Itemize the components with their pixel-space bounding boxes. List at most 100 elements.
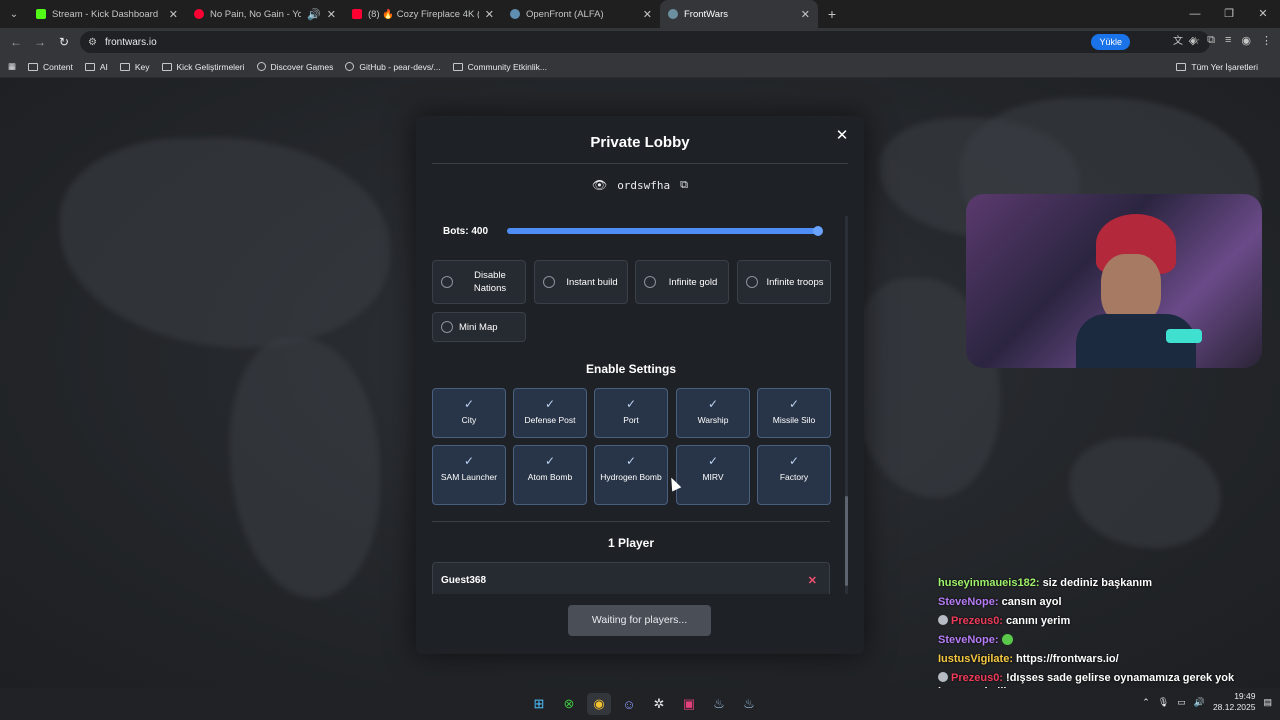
instagram-icon[interactable]: ▣ bbox=[677, 693, 701, 715]
folder-icon bbox=[1176, 63, 1187, 71]
option-infinite-gold[interactable]: Infinite gold bbox=[635, 260, 729, 304]
steam-icon[interactable]: ♨ bbox=[707, 693, 731, 715]
setting-factory[interactable]: ✓ Factory bbox=[757, 445, 831, 505]
close-tab-icon[interactable]: ✕ bbox=[801, 8, 810, 21]
bookmark-ai[interactable]: AI bbox=[84, 62, 108, 72]
volume-icon[interactable]: 🔊 bbox=[1194, 697, 1205, 708]
chrome-icon[interactable]: ◉ bbox=[587, 693, 611, 715]
divider bbox=[432, 521, 830, 522]
chat-text: siz dediniz başkanım bbox=[1042, 577, 1152, 589]
chat-message: IustusVigilate: https://frontwars.io/ bbox=[938, 652, 1278, 666]
tab-kick-dashboard[interactable]: Stream - Kick Dashboard ✕ bbox=[28, 0, 186, 28]
bookmark-community[interactable]: Community Etkinlik... bbox=[452, 62, 547, 72]
profile-avatar-icon[interactable]: ◉ bbox=[1241, 34, 1251, 47]
folder-icon bbox=[84, 62, 95, 71]
microphone-icon[interactable]: 🎙 bbox=[1158, 697, 1169, 708]
setting-label: City bbox=[461, 415, 477, 425]
option-infinite-troops[interactable]: Infinite troops bbox=[737, 260, 831, 304]
tab-youtube-no-pain[interactable]: No Pain, No Gain - YouTube 🔊 ✕ bbox=[186, 0, 344, 28]
option-mini-map[interactable]: Mini Map bbox=[432, 312, 526, 342]
bookmark-key[interactable]: Key bbox=[119, 62, 150, 72]
setting-missile-silo[interactable]: ✓ Missile Silo bbox=[757, 388, 831, 438]
extensions-puzzle-icon[interactable]: ⧉ bbox=[1207, 34, 1215, 47]
setting-sam-launcher[interactable]: ✓ SAM Launcher bbox=[432, 445, 506, 505]
bookmark-kick-gelistirmeleri[interactable]: Kick Geliştirmeleri bbox=[161, 62, 245, 72]
option-instant-build[interactable]: Instant build bbox=[534, 260, 628, 304]
bookmark-discover-games[interactable]: Discover Games bbox=[256, 62, 333, 72]
apps-grid-icon[interactable]: ▦ bbox=[8, 61, 16, 72]
bookmark-content[interactable]: Content bbox=[28, 62, 73, 72]
close-tab-icon[interactable]: ✕ bbox=[485, 8, 494, 21]
bots-slider-knob[interactable] bbox=[813, 226, 823, 236]
option-disable-nations[interactable]: Disable Nations bbox=[432, 260, 526, 304]
bots-row: Bots: 400 bbox=[432, 216, 844, 246]
modal-scrollbar[interactable] bbox=[845, 216, 848, 594]
folder-icon bbox=[452, 62, 463, 71]
bookmark-github[interactable]: GitHub - pear-devs/... bbox=[345, 62, 441, 72]
close-tab-icon[interactable]: ✕ bbox=[643, 8, 652, 21]
tab-cozy-fireplace[interactable]: (8) 🔥 Cozy Fireplace 4K (12 HOURS) ✕ bbox=[344, 0, 502, 28]
check-icon: ✓ bbox=[625, 454, 637, 468]
chatgpt-icon[interactable]: ✲ bbox=[647, 693, 671, 715]
close-tab-icon[interactable]: ✕ bbox=[169, 8, 178, 21]
chat-username: IustusVigilate: bbox=[938, 653, 1013, 665]
setting-label: Missile Silo bbox=[772, 415, 816, 425]
minimize-icon[interactable]: — bbox=[1178, 0, 1212, 28]
radio-icon bbox=[441, 321, 453, 333]
new-tab-button[interactable]: + bbox=[818, 0, 846, 28]
waiting-for-players-button[interactable]: Waiting for players... bbox=[568, 605, 711, 636]
chat-username: Prezeus0: bbox=[951, 615, 1003, 627]
eye-icon[interactable]: 👁 bbox=[592, 178, 607, 192]
chat-message: Prezeus0: canını yerim bbox=[938, 614, 1278, 628]
close-icon[interactable]: ✕ bbox=[832, 126, 852, 146]
globe-icon bbox=[668, 9, 678, 19]
setting-warship[interactable]: ✓ Warship bbox=[676, 388, 750, 438]
address-bar[interactable]: ⚙ frontwars.io Yükle 文 ☆ bbox=[80, 31, 1210, 53]
option-label: Infinite gold bbox=[668, 276, 718, 288]
tab-search-icon[interactable]: ⌄ bbox=[0, 0, 28, 28]
lobby-code: ordswfha bbox=[617, 178, 671, 192]
discord-icon[interactable]: ☺ bbox=[617, 693, 641, 715]
extension-icon[interactable]: ◈ bbox=[1189, 34, 1197, 47]
tab-frontwars[interactable]: FrontWars ✕ bbox=[660, 0, 818, 28]
site-info-icon[interactable]: ⚙ bbox=[88, 37, 97, 48]
check-icon: ✓ bbox=[788, 397, 800, 411]
remove-player-icon[interactable]: ✕ bbox=[808, 574, 817, 587]
setting-label: SAM Launcher bbox=[440, 472, 498, 482]
network-icon[interactable]: ▭ bbox=[1177, 697, 1186, 708]
setting-hydrogen-bomb[interactable]: ✓ Hydrogen Bomb bbox=[594, 445, 668, 505]
copy-icon[interactable]: ⧉ bbox=[680, 178, 688, 192]
menu-icon[interactable]: ⋮ bbox=[1261, 34, 1272, 47]
tab-openfront[interactable]: OpenFront (ALFA) ✕ bbox=[502, 0, 660, 28]
back-icon[interactable]: ← bbox=[4, 35, 28, 49]
chat-username: Prezeus0: bbox=[951, 672, 1003, 684]
scrollbar-thumb[interactable] bbox=[845, 496, 848, 586]
setting-port[interactable]: ✓ Port bbox=[594, 388, 668, 438]
chevron-up-icon[interactable]: ⌃ bbox=[1142, 697, 1150, 708]
windows-start-icon[interactable]: ⊞ bbox=[527, 693, 551, 715]
install-app-button[interactable]: Yükle bbox=[1091, 34, 1130, 50]
game-icon bbox=[256, 62, 266, 71]
close-window-icon[interactable]: ✕ bbox=[1246, 0, 1280, 28]
close-tab-icon[interactable]: ✕ bbox=[327, 8, 336, 21]
setting-defense-post[interactable]: ✓ Defense Post bbox=[513, 388, 587, 438]
notifications-icon[interactable]: ▤ bbox=[1263, 697, 1272, 708]
restore-icon[interactable]: ❐ bbox=[1212, 0, 1246, 28]
lobby-settings-scroll[interactable]: Bots: 400 Disable Nations Instant build … bbox=[432, 216, 848, 594]
translate-icon[interactable]: 文 bbox=[1173, 34, 1183, 50]
speaker-icon[interactable]: 🔊 bbox=[307, 8, 321, 21]
clock[interactable]: 19:49 28.12.2025 bbox=[1213, 691, 1256, 713]
folder-icon bbox=[28, 62, 39, 71]
xbox-icon[interactable]: ⊗ bbox=[557, 693, 581, 715]
forward-icon[interactable]: → bbox=[28, 35, 52, 49]
setting-city[interactable]: ✓ City bbox=[432, 388, 506, 438]
setting-mirv[interactable]: ✓ MIRV bbox=[676, 445, 750, 505]
all-bookmarks[interactable]: Tüm Yer İşaretleri bbox=[1176, 62, 1258, 72]
bots-slider[interactable] bbox=[507, 226, 823, 236]
steam-alt-icon[interactable]: ♨ bbox=[737, 693, 761, 715]
setting-atom-bomb[interactable]: ✓ Atom Bomb bbox=[513, 445, 587, 505]
reload-icon[interactable]: ↻ bbox=[52, 35, 76, 49]
reading-list-icon[interactable]: ≡ bbox=[1225, 34, 1231, 47]
github-icon bbox=[345, 62, 355, 71]
setting-label: Factory bbox=[779, 472, 809, 482]
